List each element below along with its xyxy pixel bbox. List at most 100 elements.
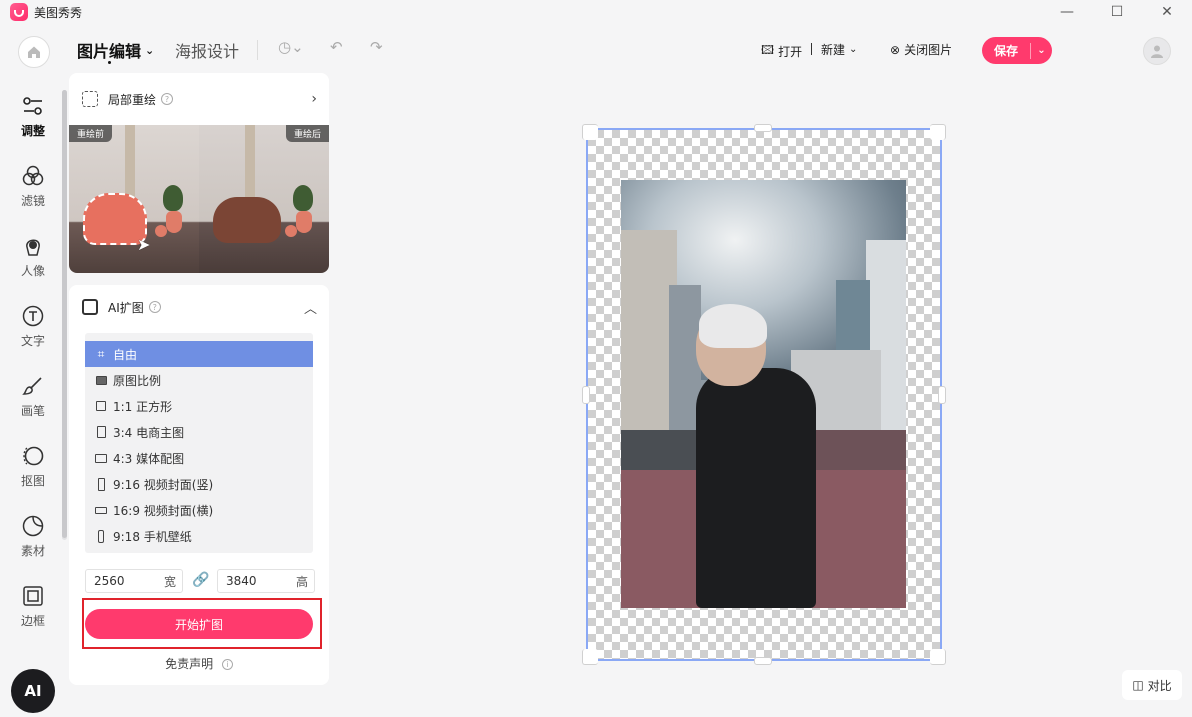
nav-item-filter[interactable]: 滤镜: [0, 154, 66, 214]
ratio-option-9-18[interactable]: 9:18 手机壁纸: [85, 523, 313, 549]
crop-icon: ⌗: [97, 346, 105, 361]
ai-assistant-button[interactable]: AI: [11, 669, 55, 713]
ai-expand-header[interactable]: AI扩图 ? ︿: [69, 285, 329, 329]
resize-handle-top-right[interactable]: [930, 124, 946, 140]
repaint-icon: [82, 91, 98, 107]
history-icon[interactable]: ◷⌄: [278, 38, 304, 56]
phone-rect-icon: [95, 529, 107, 543]
photo-image[interactable]: [621, 180, 906, 608]
toolbar-divider: [257, 40, 258, 60]
ratio-option-3-4[interactable]: 3:4 电商主图: [85, 419, 313, 445]
nav-label: 抠图: [20, 474, 45, 488]
ratio-option-4-3[interactable]: 4:3 媒体配图: [85, 445, 313, 471]
wide-rect-icon: [95, 506, 107, 514]
height-value: 3840: [226, 574, 257, 588]
sticker-icon: [21, 514, 45, 538]
nav-item-portrait[interactable]: 人像: [0, 224, 66, 284]
app-title: 美图秀秀: [34, 5, 83, 20]
undo-icon[interactable]: ↶: [330, 38, 343, 56]
home-button[interactable]: [18, 36, 50, 68]
start-expand-label: 开始扩图: [174, 617, 223, 632]
ratio-option-16-9[interactable]: 16:9 视频封面(横): [85, 497, 313, 523]
nav-item-brush[interactable]: 画笔: [0, 364, 66, 424]
preview-after-image: 重绘后: [199, 125, 329, 273]
filter-icon: [21, 164, 45, 188]
ratio-label: 16:9 视频封面(横): [113, 503, 214, 518]
resize-handle-top-left[interactable]: [582, 124, 598, 140]
chevron-up-icon[interactable]: ︿: [304, 298, 317, 317]
height-field[interactable]: 3840 高: [217, 569, 315, 593]
repaint-title: 局部重绘: [108, 92, 157, 107]
close-image-button[interactable]: ⊗ 关闭图片: [890, 41, 952, 58]
nav-label: 素材: [20, 544, 45, 558]
width-value: 2560: [94, 574, 125, 588]
user-avatar[interactable]: [1143, 37, 1171, 65]
open-label: 打开: [778, 45, 803, 59]
nav-item-frame[interactable]: 边框: [0, 574, 66, 634]
new-label: 新建: [821, 43, 846, 57]
after-badge: 重绘后: [285, 125, 329, 142]
resize-handle-left[interactable]: [582, 386, 590, 404]
link-ratio-icon[interactable]: 🔗: [192, 572, 209, 588]
preview-before-image: ➤ 重绘前: [69, 125, 199, 273]
nav-item-sticker[interactable]: 素材: [0, 504, 66, 564]
ai-label: AI: [24, 682, 42, 700]
nav-label: 边框: [20, 614, 45, 628]
resize-handle-bottom-left[interactable]: [582, 649, 598, 665]
preview-chair-repainted: [213, 197, 281, 243]
compare-button[interactable]: ◫ 对比: [1122, 670, 1182, 700]
width-unit: 宽: [163, 574, 176, 589]
resize-handle-bottom[interactable]: [754, 657, 772, 665]
sliders-icon: [21, 94, 45, 118]
tool-panel: 局部重绘 ? › ➤ 重绘前 重绘后 AI扩图 ? ︿ ⌗ 自由 原图比例 1:…: [69, 73, 329, 685]
width-field[interactable]: 2560 宽: [85, 569, 183, 593]
ratio-option-original[interactable]: 原图比例: [85, 367, 313, 393]
image-icon: [95, 375, 107, 385]
home-icon: [28, 46, 40, 58]
tab-image-edit[interactable]: 图片编辑 ⌄: [77, 38, 154, 64]
preview-vase: [285, 225, 297, 237]
help-icon[interactable]: ?: [148, 301, 161, 313]
disclaimer-link[interactable]: 免责声明 i: [69, 655, 329, 672]
close-window-button[interactable]: ✕: [1142, 0, 1192, 24]
compare-label: 对比: [1147, 678, 1172, 693]
title-bar: 美图秀秀 — ☐ ✕: [0, 0, 1192, 24]
tab-image-edit-label: 图片编辑: [77, 42, 142, 61]
maximize-button[interactable]: ☐: [1092, 0, 1142, 24]
nav-item-text[interactable]: 文字: [0, 294, 66, 354]
ratio-label: 9:18 手机壁纸: [113, 529, 192, 544]
ratio-option-9-16[interactable]: 9:16 视频封面(竖): [85, 471, 313, 497]
panel-scrollbar-thumb[interactable]: [62, 90, 67, 538]
resize-handle-top[interactable]: [754, 124, 772, 132]
tab-poster-design[interactable]: 海报设计: [175, 38, 239, 62]
save-button[interactable]: 保存 ⌄: [982, 37, 1052, 64]
top-toolbar: 图片编辑 ⌄ 海报设计 ◷⌄ ↶ ↷ 🖾 打开 新建 ⌄ ⊗ 关闭图片 保存 ⌄: [0, 24, 1192, 74]
repaint-header[interactable]: 局部重绘 ? ›: [69, 73, 329, 125]
nav-label: 人像: [20, 264, 45, 278]
expand-icon: [82, 299, 98, 315]
ai-expand-title: AI扩图: [108, 300, 144, 315]
resize-handle-right[interactable]: [938, 386, 946, 404]
help-icon[interactable]: ?: [161, 93, 174, 105]
chevron-right-icon[interactable]: ›: [311, 91, 317, 107]
redo-icon[interactable]: ↷: [370, 38, 383, 56]
nav-label: 滤镜: [20, 194, 45, 208]
nav-label: 调整: [20, 124, 45, 138]
open-button[interactable]: 🖾 打开: [761, 41, 802, 62]
new-button[interactable]: 新建 ⌄: [821, 41, 857, 58]
preview-vase: [296, 211, 312, 233]
minimize-button[interactable]: —: [1042, 0, 1092, 24]
nav-item-adjust[interactable]: 调整: [0, 84, 66, 144]
repaint-card[interactable]: 局部重绘 ? › ➤ 重绘前 重绘后: [69, 73, 329, 273]
ratio-option-free[interactable]: ⌗ 自由: [85, 341, 313, 367]
resize-handle-bottom-right[interactable]: [930, 649, 946, 665]
user-icon: [1151, 45, 1163, 58]
preview-vase: [166, 211, 182, 233]
nav-item-cutout[interactable]: 抠图: [0, 434, 66, 494]
ratio-option-1-1[interactable]: 1:1 正方形: [85, 393, 313, 419]
save-dropdown-icon[interactable]: ⌄: [1031, 45, 1052, 56]
start-expand-button[interactable]: 开始扩图: [85, 609, 313, 639]
text-icon: [21, 304, 45, 328]
photo-person-coat: [696, 368, 816, 608]
repaint-preview: ➤ 重绘前 重绘后: [69, 125, 329, 273]
